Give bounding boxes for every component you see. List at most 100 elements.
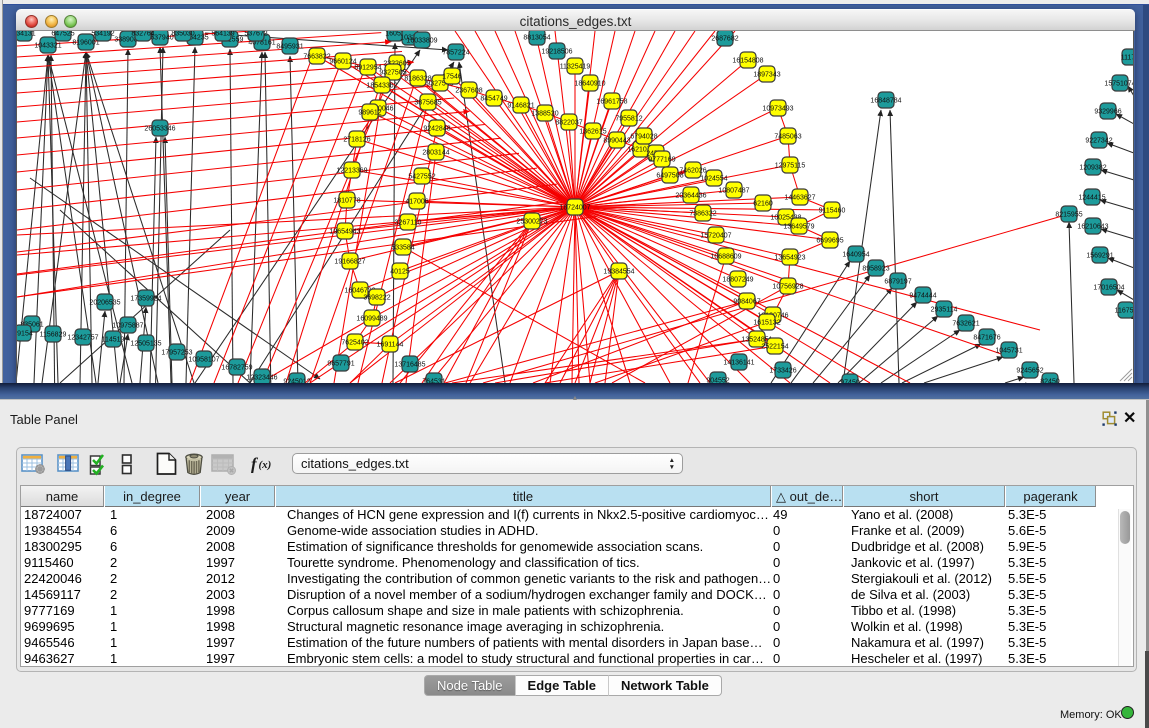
svg-text:18807249: 18807249: [722, 277, 753, 284]
svg-text:16961758: 16961758: [596, 99, 627, 106]
svg-text:17957253: 17957253: [161, 350, 192, 357]
svg-text:9242848: 9242848: [423, 126, 450, 133]
svg-text:15751074: 15751074: [1104, 81, 1134, 88]
svg-text:647525: 647525: [51, 31, 74, 38]
svg-text:10807487: 10807487: [718, 188, 749, 195]
svg-text:1209382: 1209382: [1079, 165, 1106, 172]
svg-text:116753: 116753: [1115, 308, 1134, 315]
svg-text:10973493: 10973493: [762, 106, 793, 113]
svg-text:9227342: 9227342: [1085, 138, 1112, 145]
svg-text:8813054: 8813054: [523, 35, 550, 42]
svg-text:114519: 114519: [102, 337, 125, 344]
svg-text:3875685: 3875685: [414, 100, 441, 107]
svg-text:7857224: 7857224: [442, 50, 469, 57]
svg-text:7386322: 7386322: [689, 211, 716, 218]
svg-text:19384554: 19384554: [603, 269, 634, 276]
svg-text:12323446: 12323446: [246, 375, 277, 382]
svg-text:17359924: 17359924: [130, 296, 161, 303]
svg-text:16848784: 16848784: [870, 98, 901, 105]
svg-text:2687682: 2687682: [711, 36, 738, 43]
svg-text:533584: 533584: [391, 245, 414, 252]
svg-text:1045731: 1045731: [995, 348, 1022, 355]
svg-text:8822037: 8822037: [555, 120, 582, 127]
svg-text:9115460: 9115460: [819, 208, 846, 215]
svg-text:40125: 40125: [390, 269, 410, 276]
svg-text:9777169: 9777169: [648, 157, 675, 164]
svg-text:10756928: 10756928: [772, 284, 803, 291]
svg-text:537672: 537672: [244, 31, 267, 38]
svg-text:832764: 832764: [131, 31, 154, 38]
svg-text:25300273: 25300273: [516, 219, 547, 226]
svg-text:12975115: 12975115: [775, 163, 806, 170]
svg-text:1640954: 1640954: [842, 252, 869, 259]
svg-text:9329966: 9329966: [1094, 109, 1121, 116]
svg-text:6794028: 6794028: [630, 134, 657, 141]
svg-text:13716485: 13716485: [394, 362, 425, 369]
svg-text:989612: 989612: [358, 110, 381, 117]
svg-text:15720407: 15720407: [700, 233, 731, 240]
svg-text:8454749: 8454749: [480, 96, 507, 103]
svg-text:417006: 417006: [405, 199, 428, 206]
svg-text:16033809: 16033809: [406, 38, 437, 45]
svg-text:6699695: 6699695: [816, 238, 843, 245]
svg-text:13649579: 13649579: [783, 224, 814, 231]
svg-text:11174: 11174: [1121, 55, 1134, 62]
svg-text:1388520: 1388520: [531, 111, 558, 118]
svg-text:534192: 534192: [91, 31, 114, 38]
svg-text:16099489: 16099489: [356, 316, 387, 323]
svg-text:18724007: 18724007: [559, 205, 590, 212]
svg-text:2803144: 2803144: [422, 150, 449, 157]
svg-text:9327505: 9327505: [379, 70, 406, 77]
svg-text:1691144: 1691144: [377, 342, 404, 349]
svg-text:20206535: 20206535: [89, 300, 120, 307]
svg-text:18640910: 18640910: [574, 81, 605, 88]
svg-text:7462026: 7462026: [679, 168, 706, 175]
svg-text:1362615: 1362615: [579, 129, 606, 136]
svg-text:8958923: 8958923: [862, 266, 889, 273]
svg-text:8990443: 8990443: [603, 138, 630, 145]
svg-text:16782759: 16782759: [221, 365, 252, 372]
svg-text:19166827: 19166827: [334, 259, 365, 266]
svg-text:17546: 17546: [442, 74, 462, 81]
svg-text:9660124: 9660124: [329, 59, 356, 66]
svg-text:034131: 034131: [17, 31, 36, 38]
svg-text:8215955: 8215955: [1055, 212, 1082, 219]
svg-text:16154808: 16154808: [732, 58, 763, 65]
svg-text:7955812: 7955812: [615, 116, 642, 123]
svg-text:1810778: 1810778: [333, 198, 360, 205]
svg-text:2935114: 2935114: [931, 307, 958, 314]
svg-text:1024554: 1024554: [700, 176, 727, 183]
svg-text:7485063: 7485063: [774, 134, 801, 141]
svg-text:8196001: 8196001: [72, 40, 99, 47]
svg-text:564139: 564139: [211, 31, 234, 38]
svg-text:3698222: 3698222: [363, 295, 390, 302]
svg-text:1897343: 1897343: [753, 72, 780, 79]
svg-text:7625402: 7625402: [341, 340, 368, 347]
svg-text:12213369: 12213369: [336, 168, 367, 175]
svg-text:13654923: 13654923: [774, 255, 805, 262]
svg-text:8495931: 8495931: [276, 44, 303, 51]
svg-text:1733426: 1733426: [769, 368, 796, 375]
svg-text:6879197: 6879197: [884, 279, 911, 286]
svg-text:20364436: 20364436: [675, 193, 706, 200]
svg-text:9146821: 9146821: [507, 103, 534, 110]
svg-text:39154: 39154: [17, 331, 33, 338]
svg-text:1615132: 1615132: [753, 320, 780, 327]
svg-text:26053346: 26053346: [144, 126, 175, 133]
svg-text:5427552: 5427552: [408, 174, 435, 181]
svg-text:10958107: 10958107: [188, 357, 219, 364]
svg-text:12505135: 12505135: [130, 341, 161, 348]
svg-text:12342757: 12342757: [67, 335, 98, 342]
svg-text:19654943: 19654943: [329, 229, 360, 236]
svg-text:1569291: 1569291: [1086, 253, 1113, 260]
svg-text:9245652: 9245652: [1016, 368, 1043, 375]
svg-text:7663822: 7663822: [303, 54, 330, 61]
svg-text:9474444: 9474444: [909, 293, 936, 300]
svg-text:62160: 62160: [753, 201, 773, 208]
svg-text:835030: 835030: [171, 31, 194, 38]
svg-text:3267110: 3267110: [395, 220, 422, 227]
svg-text:1244415: 1244415: [1078, 195, 1105, 202]
svg-text:16210643: 16210643: [1077, 224, 1108, 231]
svg-text:2718126: 2718126: [343, 137, 370, 144]
svg-text:18543362: 18543362: [366, 83, 397, 90]
